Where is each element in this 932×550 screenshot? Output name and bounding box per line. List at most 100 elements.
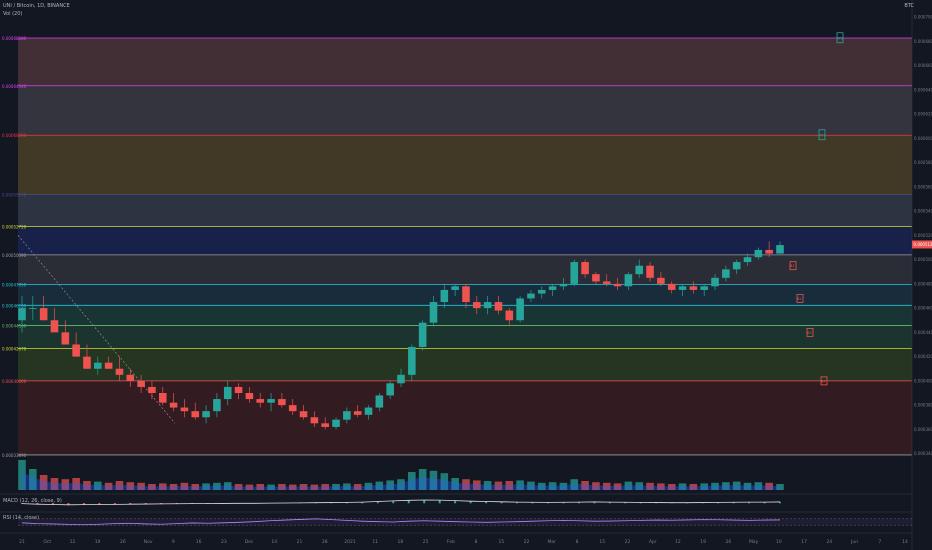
time-tick-label: 19 [700,539,706,545]
fib-level-label: 0.00042670 [2,347,27,352]
candle-body [776,245,784,254]
candle-body [473,302,481,309]
fib-zone [18,325,912,349]
volume-title: Vol (20) [3,11,23,17]
candle-body [494,302,503,311]
symbol-legend[interactable]: UNI / Bitcoin, 1D, BINANCE [3,3,70,9]
trading-chart[interactable]: 0.00068280 0.00064340 0.00060260 0.00055370… [0,0,932,550]
fib-zone [18,348,912,381]
macd-line [21,499,781,506]
fib-level-label: 0.00044560 [2,324,27,329]
candle-body [256,399,265,403]
candle-body [234,386,243,393]
candle-body [440,289,449,303]
candle-body [223,386,232,400]
time-tick-label: 15 [599,539,605,545]
candle-body [213,399,221,412]
price-axis-bg [912,0,932,550]
candle-body [18,308,26,321]
fib-level-label: 0.00050390 [2,253,27,258]
candle-body [700,286,708,290]
chart-canvas[interactable]: 0.00068280 0.00064340 0.00060260 0.00055370… [0,0,932,550]
time-tick-label: 24 [826,539,832,545]
price-tick-label: 0.00068000 [914,39,932,44]
price-tick-label: 0.00058000 [914,160,932,165]
time-tick-label: 22 [625,539,631,545]
fib-level-label: 0.00047950 [2,282,27,287]
candle-body [332,419,340,427]
candle-body [158,393,167,403]
price-axis-layer: 0.00070000 0.00068000 0.00066000 0.00064000… [911,0,932,550]
time-tick-label: 9 [172,539,175,545]
candle-body [581,262,589,275]
time-tick-label: 14 [271,539,277,545]
candle-body [537,289,546,294]
time-tick-label: Oct [43,539,51,545]
rsi-title[interactable]: RSI (14, close) [3,515,39,521]
candle-body [137,380,145,387]
candle-body [202,411,210,418]
fib-zone [18,305,912,326]
target-up-label: TP2 [836,37,843,41]
time-tick-label: 22 [524,539,530,545]
price-tick-label: 0.00042000 [914,354,932,359]
candle-body [624,274,633,287]
price-tick-label: 0.00044000 [914,330,932,335]
time-tick-label: 14 [902,539,908,545]
candle-body [516,298,524,321]
price-tick-label: 0.00060000 [914,136,932,141]
fib-level-label: 0.00033890 [2,453,27,458]
time-tick-label: 23 [221,539,227,545]
candle-body [126,374,135,381]
time-tick-label: Jun [850,539,858,545]
candle-body [115,368,124,375]
candle-body [94,362,102,369]
candle-body [559,283,568,287]
time-tick-label: 8 [576,539,579,545]
time-tick-label: 28 [322,539,328,545]
volume-legend[interactable]: Vol (20) [3,11,22,17]
time-tick-label: 2021 [344,539,356,545]
target-down-label: B4 [821,379,826,383]
candle-body [364,407,373,415]
price-tick-label: 0.00036000 [914,427,932,432]
time-tick-label: Apr [649,539,657,545]
candle-body [288,405,297,412]
time-axis-layer: 21 Oct 12 19 26 Nov 9 16 23 Dec 14 21 28 2021 11 18 25 Fe… [0,532,912,545]
macd-layer [0,493,912,506]
symbol-title: UNI / Bitcoin, 1D, BINANCE [3,3,70,9]
candle-body [711,277,719,287]
candle-body [754,249,763,258]
fib-level-label: 0.00064340 [2,84,27,89]
price-tick-label: 0.00038000 [914,403,932,408]
time-tick-label: 8 [475,539,478,545]
candle-body [278,399,286,406]
price-tick-label: 0.00064000 [914,87,932,92]
candle-body [548,286,557,290]
time-tick-label: 12 [675,539,681,545]
candle-body [375,395,384,408]
time-tick-label: Feb [447,539,455,545]
fib-level-label: 0.00040000 [2,379,27,384]
time-tick-label: 26 [120,539,126,545]
candle-body [505,310,514,321]
candle-body [83,356,91,369]
price-tick-label: 0.00048000 [914,281,932,286]
candle-body [343,411,351,420]
candle-body [310,417,319,424]
time-tick-label: 10 [776,539,782,545]
candle-body [148,386,156,393]
candle-body [180,407,189,412]
candle-body [689,286,698,290]
fib-zone [18,37,912,86]
time-tick-label: 19 [95,539,101,545]
macd-title[interactable]: MACD (12, 26, close, 9) [3,498,62,504]
time-tick-label: 26 [726,539,732,545]
price-tick-label: 0.00066000 [914,63,932,68]
candle-body [50,320,59,333]
target-down-label: B1 [790,264,795,268]
candle-body [245,393,254,400]
candle-body [267,399,275,403]
fib-zone [18,254,912,285]
time-tick-label: Mar [548,539,557,545]
